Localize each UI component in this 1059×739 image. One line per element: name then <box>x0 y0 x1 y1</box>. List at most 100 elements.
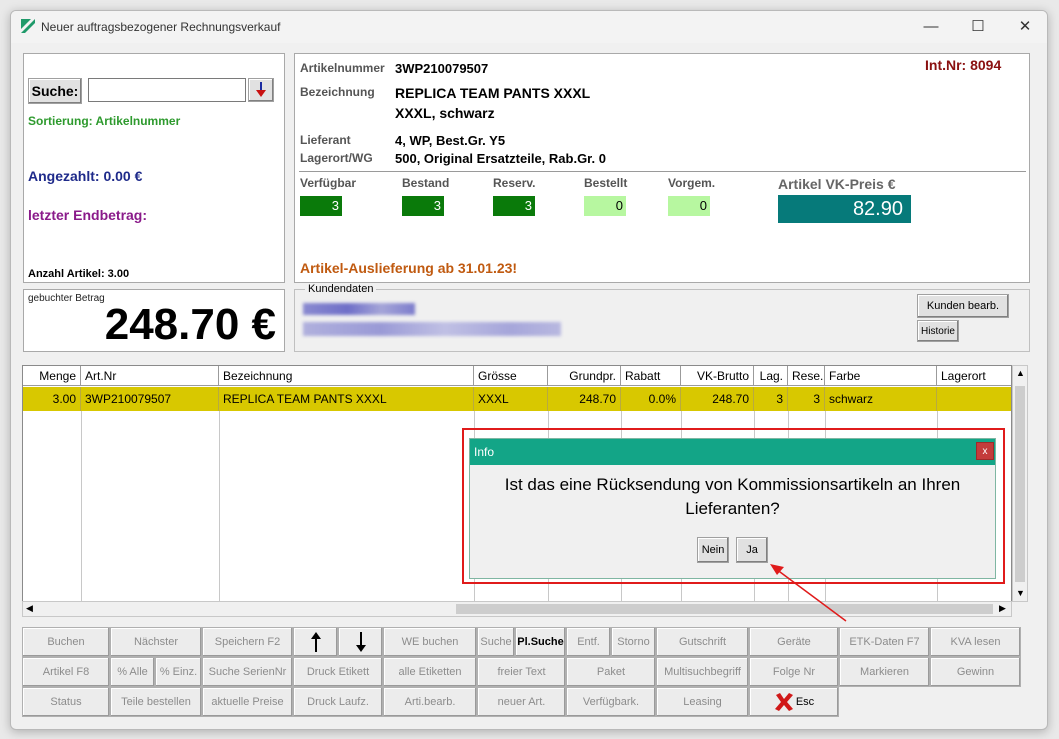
table-hscrollbar[interactable]: ◀ ▶ <box>22 601 1012 617</box>
cell-bezeichnung: REPLICA TEAM PANTS XXXL <box>219 387 474 411</box>
suche-seriennr-button[interactable]: Suche SerienNr <box>202 657 293 687</box>
col-header-rese[interactable]: Rese. <box>788 366 825 386</box>
esc-button[interactable]: Esc <box>749 687 839 717</box>
hscroll-thumb[interactable] <box>456 604 993 614</box>
col-header-farbe[interactable]: Farbe <box>825 366 937 386</box>
pl-suche-button[interactable]: Pl.Suche <box>515 627 566 657</box>
storno-button[interactable]: Storno <box>611 627 656 657</box>
cell-lag: 3 <box>754 387 788 411</box>
sort-label: Sortierung: Artikelnummer <box>28 114 181 128</box>
vscroll-thumb[interactable] <box>1015 386 1025 582</box>
col-header-menge[interactable]: Menge <box>23 366 81 386</box>
col-header-lag[interactable]: Lag. <box>754 366 788 386</box>
kunden-bearb-button[interactable]: Kunden bearb. <box>917 294 1009 318</box>
booked-amount-value: 248.70 € <box>104 300 276 349</box>
col-header-artnr[interactable]: Art.Nr <box>81 366 219 386</box>
col-header-rabatt[interactable]: Rabatt <box>621 366 681 386</box>
paket-button[interactable]: Paket <box>566 657 656 687</box>
vkpreis-label: Artikel VK-Preis € <box>778 176 896 192</box>
vorgem-label: Vorgem. <box>668 176 716 190</box>
status-button[interactable]: Status <box>22 687 110 717</box>
search-go-button[interactable] <box>248 78 274 102</box>
cell-farbe: schwarz <box>825 387 937 411</box>
lagerort-value: 500, Original Ersatzteile, Rab.Gr. 0 <box>395 151 606 166</box>
esc-button-label: Esc <box>795 696 815 708</box>
artikel-f8-button[interactable]: Artikel F8 <box>22 657 110 687</box>
freier-text-button[interactable]: freier Text <box>477 657 566 687</box>
table-vscrollbar[interactable]: ▲ ▼ <box>1012 365 1028 602</box>
search-label-button[interactable]: Suche: <box>28 78 82 104</box>
angezahlt-label: Angezahlt: 0.00 € <box>28 168 143 184</box>
lieferant-label: Lieferant <box>300 133 351 147</box>
col-header-vkbrutto[interactable]: VK-Brutto <box>681 366 754 386</box>
druck-etikett-button[interactable]: Druck Etikett <box>293 657 383 687</box>
intnr-value: Int.Nr: 8094 <box>925 57 1002 73</box>
neuer-art-button[interactable]: neuer Art. <box>477 687 566 717</box>
search-panel: Suche: Sortierung: Artikelnummer Angezah… <box>23 53 285 283</box>
kva-lesen-button[interactable]: KVA lesen <box>930 627 1021 657</box>
arti-bearb-button[interactable]: Arti.bearb. <box>383 687 477 717</box>
folge-nr-button[interactable]: Folge Nr <box>749 657 839 687</box>
vkpreis-value: 82.90 <box>778 195 911 223</box>
scroll-down-icon[interactable]: ▼ <box>1016 588 1025 598</box>
artnr-label: Artikelnummer <box>300 61 385 75</box>
move-down-button[interactable] <box>338 627 383 657</box>
kundendaten-legend: Kundendaten <box>305 283 377 295</box>
auslieferung-notice: Artikel-Auslieferung ab 31.01.23! <box>300 260 518 276</box>
arrow-down-icon <box>355 632 366 652</box>
reserv-label: Reserv. <box>493 176 536 190</box>
druck-laufz-button[interactable]: Druck Laufz. <box>293 687 383 717</box>
verfuegbar-label: Verfügbar <box>300 176 357 190</box>
article-panel: Artikelnummer 3WP210079507 Int.Nr: 8094 … <box>294 53 1030 283</box>
alle-etiketten-button[interactable]: alle Etiketten <box>383 657 477 687</box>
leasing-button[interactable]: Leasing <box>656 687 749 717</box>
we-buchen-button[interactable]: WE buchen <box>383 627 477 657</box>
bezeichnung-line2: XXXL, schwarz <box>395 105 495 121</box>
scroll-right-icon[interactable]: ▶ <box>999 603 1006 614</box>
cell-artnr: 3WP210079507 <box>81 387 219 411</box>
booked-amount-label: gebuchter Betrag <box>28 293 105 304</box>
minimize-icon[interactable]: — <box>911 17 951 39</box>
buchen-button[interactable]: Buchen <box>22 627 110 657</box>
multisuchbegriff-button[interactable]: Multisuchbegriff <box>656 657 749 687</box>
speichern-button[interactable]: Speichern F2 <box>202 627 293 657</box>
cell-rabatt: 0.0% <box>621 387 681 411</box>
maximize-icon[interactable]: ☐ <box>958 17 998 39</box>
move-up-button[interactable] <box>293 627 338 657</box>
search-input[interactable] <box>88 78 246 102</box>
col-header-bezeichnung[interactable]: Bezeichnung <box>219 366 474 386</box>
lagerort-label: Lagerort/WG <box>300 151 373 165</box>
teile-bestellen-button[interactable]: Teile bestellen <box>110 687 202 717</box>
letzter-endbetrag-label: letzter Endbetrag: <box>28 207 148 223</box>
col-header-groesse[interactable]: Grösse <box>474 366 548 386</box>
col-header-grundpr[interactable]: Grundpr. <box>548 366 621 386</box>
verfuegbark-button[interactable]: Verfügbark. <box>566 687 656 717</box>
cell-vkbrutto: 248.70 <box>681 387 754 411</box>
bestellt-value: 0 <box>584 196 626 216</box>
geraete-button[interactable]: Geräte <box>749 627 839 657</box>
prozent-einz-button[interactable]: % Einz. <box>155 657 202 687</box>
anzahl-artikel-label: Anzahl Artikel: 3.00 <box>28 268 130 280</box>
historie-button[interactable]: Historie <box>917 320 959 342</box>
aktuelle-preise-button[interactable]: aktuelle Preise <box>202 687 293 717</box>
customer-address-redacted <box>303 322 561 336</box>
grid-line <box>81 411 82 601</box>
scroll-left-icon[interactable]: ◀ <box>26 603 33 614</box>
gutschrift-button[interactable]: Gutschrift <box>656 627 749 657</box>
suche-button[interactable]: Suche <box>477 627 515 657</box>
bestand-value: 3 <box>402 196 444 216</box>
annotation-arrow-icon <box>770 564 847 622</box>
bezeichnung-line1: REPLICA TEAM PANTS XXXL <box>395 85 591 101</box>
gewinn-button[interactable]: Gewinn <box>930 657 1021 687</box>
etk-daten-button[interactable]: ETK-Daten F7 <box>839 627 930 657</box>
scroll-up-icon[interactable]: ▲ <box>1016 368 1025 378</box>
col-header-lagerort[interactable]: Lagerort <box>937 366 1011 386</box>
close-window-icon[interactable]: ✕ <box>1005 17 1045 39</box>
entf-button[interactable]: Entf. <box>566 627 611 657</box>
prozent-alle-button[interactable]: % Alle <box>110 657 155 687</box>
cell-rese: 3 <box>788 387 825 411</box>
markieren-button[interactable]: Markieren <box>839 657 930 687</box>
grid-line <box>219 411 220 601</box>
naechster-button[interactable]: Nächster <box>110 627 202 657</box>
vorgem-value: 0 <box>668 196 710 216</box>
